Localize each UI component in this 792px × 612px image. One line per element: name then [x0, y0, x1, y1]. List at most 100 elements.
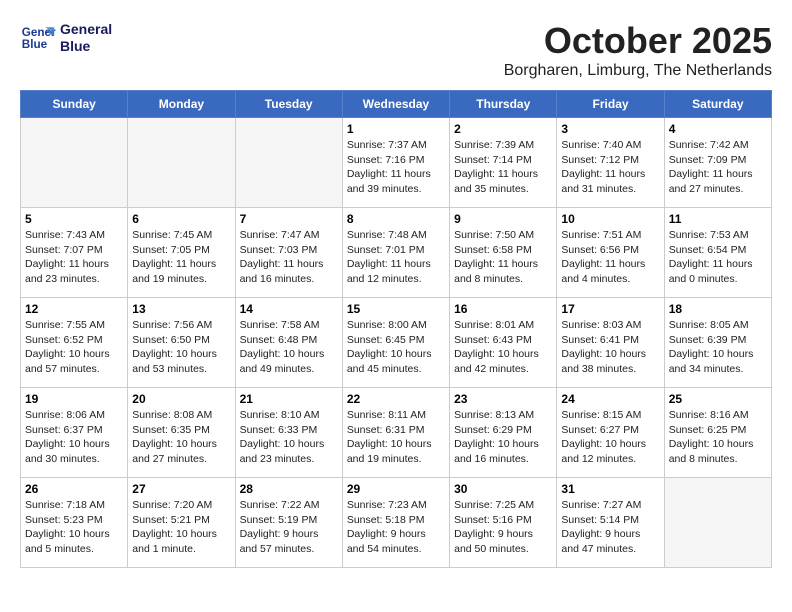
- calendar-cell: 25 Sunrise: 8:16 AM Sunset: 6:25 PM Dayli…: [664, 388, 771, 478]
- calendar-cell: 27 Sunrise: 7:20 AM Sunset: 5:21 PM Dayli…: [128, 478, 235, 568]
- day-info: Sunrise: 8:05 AM Sunset: 6:39 PM Dayligh…: [669, 318, 767, 377]
- weekday-header-friday: Friday: [557, 91, 664, 118]
- day-number: 24: [561, 392, 659, 406]
- weekday-header-monday: Monday: [128, 91, 235, 118]
- calendar-cell: 20Sunrise: 8:08 AM Sunset: 6:35 PM Dayli…: [128, 388, 235, 478]
- calendar-cell: 1 Sunrise: 7:37 AM Sunset: 7:16 PM Daylig…: [342, 118, 449, 208]
- calendar-cell: 3 Sunrise: 7:40 AM Sunset: 7:12 PM Daylig…: [557, 118, 664, 208]
- day-info: Sunrise: 7:39 AM Sunset: 7:14 PM Dayligh…: [454, 138, 552, 197]
- day-info: Sunrise: 8:15 AM Sunset: 6:27 PM Dayligh…: [561, 408, 659, 467]
- calendar-week-1: 1 Sunrise: 7:37 AM Sunset: 7:16 PM Daylig…: [21, 118, 772, 208]
- calendar-cell: 29Sunrise: 7:23 AM Sunset: 5:18 PM Dayli…: [342, 478, 449, 568]
- calendar-cell: 23Sunrise: 8:13 AM Sunset: 6:29 PM Dayli…: [450, 388, 557, 478]
- day-info: Sunrise: 7:51 AM Sunset: 6:56 PM Dayligh…: [561, 228, 659, 287]
- day-number: 10: [561, 212, 659, 226]
- weekday-header-thursday: Thursday: [450, 91, 557, 118]
- calendar-cell: [21, 118, 128, 208]
- day-number: 29: [347, 482, 445, 496]
- day-info: Sunrise: 7:40 AM Sunset: 7:12 PM Dayligh…: [561, 138, 659, 197]
- location-subtitle: Borgharen, Limburg, The Netherlands: [504, 62, 772, 80]
- day-number: 4: [669, 122, 767, 136]
- calendar-cell: 10 Sunrise: 7:51 AM Sunset: 6:56 PM Dayli…: [557, 208, 664, 298]
- calendar-week-2: 5 Sunrise: 7:43 AM Sunset: 7:07 PM Daylig…: [21, 208, 772, 298]
- calendar-table: SundayMondayTuesdayWednesdayThursdayFrid…: [20, 90, 772, 568]
- day-number: 5: [25, 212, 123, 226]
- calendar-cell: 13 Sunrise: 7:56 AM Sunset: 6:50 PM Dayli…: [128, 298, 235, 388]
- calendar-cell: 2 Sunrise: 7:39 AM Sunset: 7:14 PM Daylig…: [450, 118, 557, 208]
- day-info: Sunrise: 8:01 AM Sunset: 6:43 PM Dayligh…: [454, 318, 552, 377]
- day-number: 17: [561, 302, 659, 316]
- day-info: Sunrise: 7:18 AM Sunset: 5:23 PM Dayligh…: [25, 498, 123, 557]
- day-number: 18: [669, 302, 767, 316]
- calendar-cell: 16 Sunrise: 8:01 AM Sunset: 6:43 PM Dayli…: [450, 298, 557, 388]
- day-number: 13: [132, 302, 230, 316]
- calendar-cell: 6Sunrise: 7:45 AM Sunset: 7:05 PM Daylig…: [128, 208, 235, 298]
- day-number: 11: [669, 212, 767, 226]
- day-info: Sunrise: 7:25 AM Sunset: 5:16 PM Dayligh…: [454, 498, 552, 557]
- day-info: Sunrise: 8:03 AM Sunset: 6:41 PM Dayligh…: [561, 318, 659, 377]
- title-area: October 2025 Borgharen, Limburg, The Net…: [504, 20, 772, 80]
- day-info: Sunrise: 7:48 AM Sunset: 7:01 PM Dayligh…: [347, 228, 445, 287]
- logo-icon: General Blue: [20, 20, 56, 56]
- day-number: 16: [454, 302, 552, 316]
- month-title: October 2025: [504, 20, 772, 62]
- weekday-header-tuesday: Tuesday: [235, 91, 342, 118]
- weekday-header-saturday: Saturday: [664, 91, 771, 118]
- day-number: 14: [240, 302, 338, 316]
- day-number: 26: [25, 482, 123, 496]
- day-number: 6: [132, 212, 230, 226]
- calendar-cell: 17 Sunrise: 8:03 AM Sunset: 6:41 PM Dayli…: [557, 298, 664, 388]
- calendar-week-5: 26 Sunrise: 7:18 AM Sunset: 5:23 PM Dayli…: [21, 478, 772, 568]
- day-info: Sunrise: 8:08 AM Sunset: 6:35 PM Dayligh…: [132, 408, 230, 467]
- calendar-cell: [664, 478, 771, 568]
- calendar-cell: 7 Sunrise: 7:47 AM Sunset: 7:03 PM Daylig…: [235, 208, 342, 298]
- day-number: 25: [669, 392, 767, 406]
- calendar-cell: 24 Sunrise: 8:15 AM Sunset: 6:27 PM Dayli…: [557, 388, 664, 478]
- calendar-cell: 14 Sunrise: 7:58 AM Sunset: 6:48 PM Dayli…: [235, 298, 342, 388]
- day-info: Sunrise: 8:13 AM Sunset: 6:29 PM Dayligh…: [454, 408, 552, 467]
- day-info: Sunrise: 7:20 AM Sunset: 5:21 PM Dayligh…: [132, 498, 230, 557]
- day-info: Sunrise: 7:55 AM Sunset: 6:52 PM Dayligh…: [25, 318, 123, 377]
- day-info: Sunrise: 8:16 AM Sunset: 6:25 PM Dayligh…: [669, 408, 767, 467]
- day-info: Sunrise: 7:58 AM Sunset: 6:48 PM Dayligh…: [240, 318, 338, 377]
- calendar-week-4: 19 Sunrise: 8:06 AM Sunset: 6:37 PM Dayli…: [21, 388, 772, 478]
- day-info: Sunrise: 7:50 AM Sunset: 6:58 PM Dayligh…: [454, 228, 552, 287]
- day-info: Sunrise: 8:00 AM Sunset: 6:45 PM Dayligh…: [347, 318, 445, 377]
- calendar-cell: 15 Sunrise: 8:00 AM Sunset: 6:45 PM Dayli…: [342, 298, 449, 388]
- day-info: Sunrise: 7:42 AM Sunset: 7:09 PM Dayligh…: [669, 138, 767, 197]
- day-info: Sunrise: 7:27 AM Sunset: 5:14 PM Dayligh…: [561, 498, 659, 557]
- page-header: General Blue General Blue October 2025 B…: [20, 20, 772, 80]
- day-number: 9: [454, 212, 552, 226]
- svg-text:Blue: Blue: [22, 38, 48, 51]
- day-number: 3: [561, 122, 659, 136]
- day-number: 12: [25, 302, 123, 316]
- day-info: Sunrise: 8:11 AM Sunset: 6:31 PM Dayligh…: [347, 408, 445, 467]
- day-number: 31: [561, 482, 659, 496]
- day-number: 22: [347, 392, 445, 406]
- day-number: 2: [454, 122, 552, 136]
- calendar-cell: 18 Sunrise: 8:05 AM Sunset: 6:39 PM Dayli…: [664, 298, 771, 388]
- calendar-cell: 19 Sunrise: 8:06 AM Sunset: 6:37 PM Dayli…: [21, 388, 128, 478]
- day-number: 15: [347, 302, 445, 316]
- weekday-header-wednesday: Wednesday: [342, 91, 449, 118]
- day-info: Sunrise: 7:56 AM Sunset: 6:50 PM Dayligh…: [132, 318, 230, 377]
- calendar-cell: 8Sunrise: 7:48 AM Sunset: 7:01 PM Daylig…: [342, 208, 449, 298]
- day-info: Sunrise: 7:47 AM Sunset: 7:03 PM Dayligh…: [240, 228, 338, 287]
- calendar-cell: 26 Sunrise: 7:18 AM Sunset: 5:23 PM Dayli…: [21, 478, 128, 568]
- day-number: 28: [240, 482, 338, 496]
- calendar-cell: 28Sunrise: 7:22 AM Sunset: 5:19 PM Dayli…: [235, 478, 342, 568]
- day-info: Sunrise: 7:43 AM Sunset: 7:07 PM Dayligh…: [25, 228, 123, 287]
- day-number: 7: [240, 212, 338, 226]
- day-info: Sunrise: 7:37 AM Sunset: 7:16 PM Dayligh…: [347, 138, 445, 197]
- day-number: 1: [347, 122, 445, 136]
- weekday-header-sunday: Sunday: [21, 91, 128, 118]
- calendar-cell: 4 Sunrise: 7:42 AM Sunset: 7:09 PM Daylig…: [664, 118, 771, 208]
- day-info: Sunrise: 8:06 AM Sunset: 6:37 PM Dayligh…: [25, 408, 123, 467]
- calendar-cell: 5 Sunrise: 7:43 AM Sunset: 7:07 PM Daylig…: [21, 208, 128, 298]
- day-number: 27: [132, 482, 230, 496]
- calendar-cell: 12 Sunrise: 7:55 AM Sunset: 6:52 PM Dayli…: [21, 298, 128, 388]
- day-number: 19: [25, 392, 123, 406]
- weekday-header-row: SundayMondayTuesdayWednesdayThursdayFrid…: [21, 91, 772, 118]
- day-info: Sunrise: 8:10 AM Sunset: 6:33 PM Dayligh…: [240, 408, 338, 467]
- calendar-cell: 11Sunrise: 7:53 AM Sunset: 6:54 PM Dayli…: [664, 208, 771, 298]
